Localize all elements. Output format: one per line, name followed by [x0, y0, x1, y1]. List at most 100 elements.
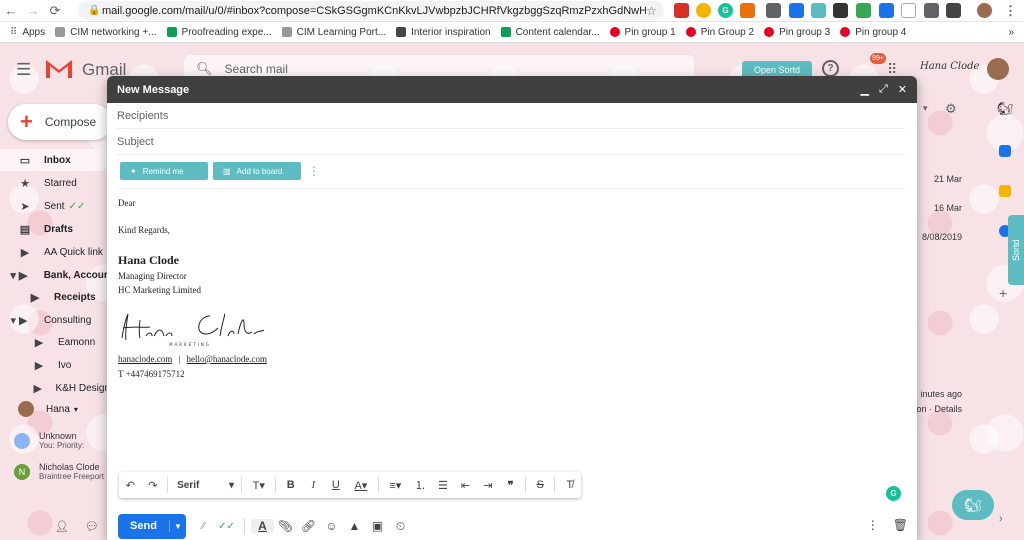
account-logo[interactable]: Hana Clode — [920, 61, 979, 72]
indent-less-icon[interactable]: ⇤ — [454, 479, 477, 492]
website-link[interactable]: hanaclode.com — [118, 354, 172, 364]
send-button[interactable]: Send ▼ — [118, 513, 186, 539]
underline-icon[interactable]: U — [325, 479, 348, 491]
chevron-down-icon[interactable]: ▾ — [923, 103, 928, 114]
italic-icon[interactable]: I — [302, 479, 325, 491]
bookmark-item[interactable]: Pin group 1 — [609, 27, 676, 38]
minimize-icon[interactable]: ▁ — [861, 83, 869, 96]
sidebar-item-sent[interactable]: ➤ Sent ✓✓ — [0, 195, 110, 217]
quote-icon[interactable]: ❞ — [499, 479, 522, 492]
bookmark-item[interactable]: Interior inspiration — [396, 27, 491, 38]
bookmark-item[interactable]: Content calendar... — [500, 27, 600, 38]
sortd-fab-button[interactable]: 🐿︎ — [952, 490, 994, 520]
text-color-icon[interactable]: A▾ — [347, 479, 374, 492]
trash-icon[interactable]: 🗑︎ — [893, 518, 908, 532]
email-link[interactable]: hello@hanaclode.com — [187, 354, 268, 364]
more-options-icon[interactable]: ⋮ — [867, 518, 879, 532]
double-tick-icon[interactable]: ✓✓ — [215, 521, 238, 532]
sidebar-item-label[interactable]: ▶ Receipts — [0, 286, 110, 308]
address-bar[interactable]: 🔒 mail.google.com/mail/u/0/#inbox?compos… — [78, 1, 664, 20]
bookmark-item[interactable]: Pin Group 2 — [685, 27, 754, 38]
sidebar-item-label[interactable]: ▶ Ivo — [0, 354, 110, 376]
insert-link-icon[interactable]: 🔗︎ — [297, 519, 320, 533]
compose-button[interactable]: + Compose — [8, 104, 112, 140]
chat-contact[interactable]: Unknown You: Priority: — [14, 431, 114, 450]
extension-icon[interactable] — [811, 3, 826, 18]
numbered-list-icon[interactable]: ⒈ — [409, 477, 432, 493]
forward-icon[interactable]: → — [22, 0, 44, 22]
bookmark-item[interactable]: Proofreading expe... — [166, 27, 272, 38]
calendar-icon[interactable] — [999, 145, 1011, 157]
extension-icon[interactable] — [789, 3, 804, 18]
extension-icon[interactable] — [674, 3, 689, 18]
hangouts-user[interactable]: Hana ▾ — [0, 398, 110, 420]
send-options-chevron-icon[interactable]: ▼ — [170, 522, 186, 531]
search-icon[interactable]: 🔍︎ — [196, 61, 213, 77]
extension-icon[interactable] — [924, 3, 939, 18]
bookmark-item[interactable]: CIM Learning Port... — [281, 27, 386, 38]
formatting-options-icon[interactable]: A — [251, 519, 274, 533]
bookmark-apps[interactable]: ⠿ Apps — [10, 27, 45, 39]
hamburger-menu-icon[interactable]: ☰ — [16, 60, 31, 80]
bulleted-list-icon[interactable]: ☰ — [432, 479, 455, 492]
settings-gear-icon[interactable]: ⚙ — [945, 101, 957, 117]
more-bookmarks-icon[interactable]: » — [1008, 27, 1014, 38]
remind-me-button[interactable]: ✦ Remind me — [120, 162, 208, 180]
sidebar-item-label[interactable]: ▾ ▶ Bank, Accoun — [0, 264, 110, 286]
extension-icon[interactable] — [901, 3, 916, 18]
extension-icon[interactable] — [856, 3, 871, 18]
strikethrough-icon[interactable]: S — [529, 479, 552, 491]
bookmark-item[interactable]: Pin group 4 — [840, 27, 906, 38]
subject-field[interactable]: Subject — [117, 129, 905, 155]
sortd-squirrel-icon[interactable]: 🐿︎ — [997, 101, 1014, 117]
add-to-board-button[interactable]: ▥ Add to board — [213, 162, 301, 180]
sidebar-item-label[interactable]: ▶ Eamonn — [0, 331, 110, 353]
hangouts-icon[interactable]: 💬︎ — [85, 520, 99, 533]
bookmark-star-icon[interactable]: ☆ — [646, 4, 664, 18]
extension-icon[interactable] — [740, 3, 755, 18]
browser-menu-icon[interactable]: ⋮ — [1003, 3, 1018, 18]
sidebar-item-starred[interactable]: ★ Starred — [0, 172, 110, 194]
gmail-logo-icon[interactable] — [44, 56, 74, 80]
sidebar-item-label[interactable]: ▶ K&H Design — [0, 377, 110, 399]
profile-avatar[interactable] — [977, 3, 992, 18]
bold-icon[interactable]: B — [279, 479, 302, 491]
redo-icon[interactable]: ↷ — [142, 479, 165, 492]
extension-icon[interactable] — [879, 3, 894, 18]
tracking-tick-icon[interactable]: ⁄⁄ — [192, 521, 215, 532]
extension-icon[interactable] — [946, 3, 961, 18]
emoji-icon[interactable]: ☺ — [320, 519, 343, 533]
align-icon[interactable]: ≡▾ — [382, 479, 409, 492]
extension-icon[interactable] — [833, 3, 848, 18]
notification-badge[interactable]: 99+ — [870, 53, 886, 64]
text-size-icon[interactable]: T▾ — [245, 479, 272, 492]
chat-contact[interactable]: N Nicholas Clode Braintree Freeport — [14, 462, 114, 481]
back-icon[interactable]: ← — [0, 0, 22, 22]
undo-icon[interactable]: ↶ — [119, 479, 142, 492]
attach-file-icon[interactable]: 📎︎ — [274, 519, 297, 533]
confidential-mode-icon[interactable]: ⏲ — [389, 519, 412, 534]
bookmark-item[interactable]: CIM networking +... — [55, 27, 157, 38]
expand-icon[interactable]: ⤢ — [879, 83, 888, 96]
grammarly-extension-icon[interactable]: G — [718, 3, 733, 18]
insert-photo-icon[interactable]: ▣ — [366, 519, 389, 533]
activity-details-link[interactable]: on · Details — [916, 404, 962, 414]
bookmark-item[interactable]: Pin group 3 — [764, 27, 830, 38]
chevron-right-icon[interactable]: › — [999, 513, 1003, 525]
more-options-icon[interactable]: ⋮ — [308, 164, 320, 178]
indent-more-icon[interactable]: ⇥ — [477, 479, 500, 492]
extension-icon[interactable] — [766, 3, 781, 18]
sidebar-item-drafts[interactable]: ▤ Drafts — [0, 218, 110, 240]
reload-icon[interactable]: ⟳ — [44, 0, 66, 22]
close-icon[interactable]: ✕ — [898, 83, 907, 96]
account-avatar[interactable] — [987, 58, 1009, 80]
font-select[interactable]: Serif ▾ — [171, 480, 238, 491]
grammarly-icon[interactable]: G — [886, 486, 901, 501]
extension-icon[interactable] — [696, 3, 711, 18]
keep-icon[interactable] — [999, 185, 1011, 197]
person-icon[interactable]: 👤︎ — [55, 520, 69, 533]
recipients-field[interactable]: Recipients — [117, 103, 905, 129]
sortd-tab[interactable]: Sortd — [1008, 215, 1024, 285]
add-addon-icon[interactable]: + — [999, 285, 1007, 301]
google-drive-icon[interactable]: ▲ — [343, 519, 366, 533]
